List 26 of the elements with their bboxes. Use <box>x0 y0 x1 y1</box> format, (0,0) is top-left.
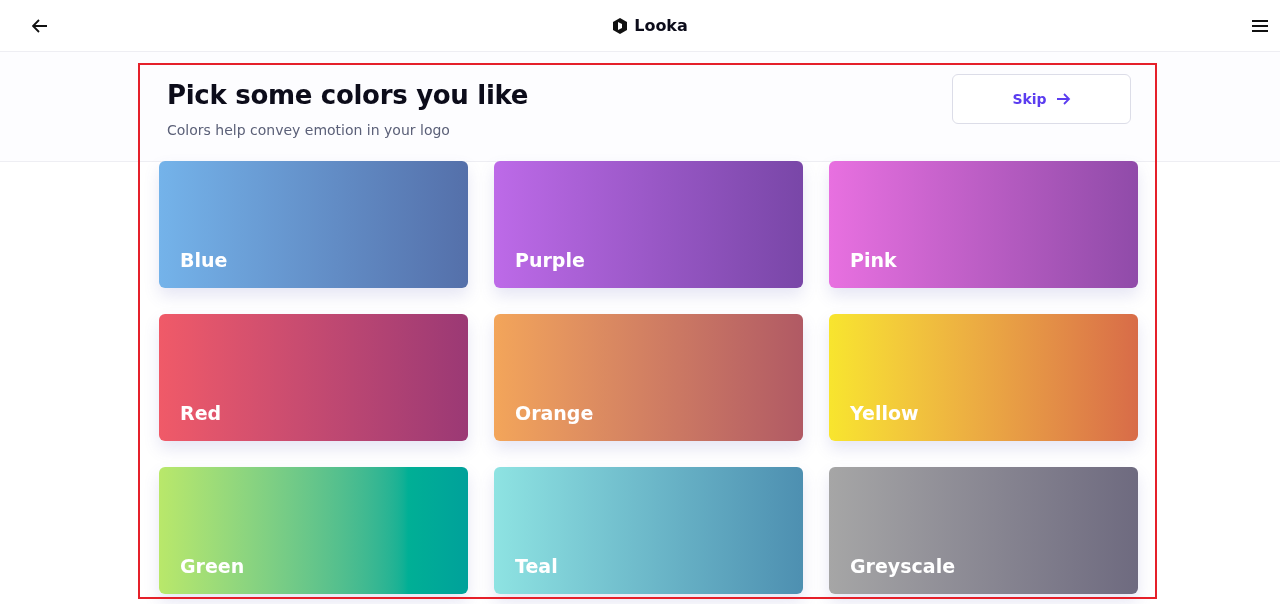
color-card[interactable]: Orange <box>494 314 803 441</box>
menu-icon[interactable] <box>1252 19 1268 32</box>
skip-button[interactable]: Skip <box>952 74 1131 124</box>
logo-icon <box>612 17 629 34</box>
color-card[interactable]: Pink <box>829 161 1138 288</box>
color-name: Pink <box>850 249 897 271</box>
color-name: Teal <box>515 555 558 577</box>
color-name: Green <box>180 555 245 577</box>
back-arrow-icon[interactable] <box>32 18 48 33</box>
page-subtitle: Colors help convey emotion in your logo <box>167 122 451 138</box>
color-name: Red <box>180 402 222 424</box>
color-card[interactable]: Yellow <box>829 314 1138 441</box>
color-card[interactable]: Purple <box>494 161 803 288</box>
color-name: Orange <box>515 402 594 424</box>
color-card[interactable]: Green <box>159 467 468 594</box>
color-card[interactable]: Blue <box>159 161 468 288</box>
color-name: Purple <box>515 249 585 271</box>
color-name: Greyscale <box>850 555 956 577</box>
arrow-right-icon <box>1056 93 1071 105</box>
page-title: Pick some colors you like <box>167 80 529 110</box>
color-card[interactable]: Greyscale <box>829 467 1138 594</box>
color-name: Yellow <box>850 402 919 424</box>
color-card[interactable]: Teal <box>494 467 803 594</box>
color-card[interactable]: Red <box>159 314 468 441</box>
color-name: Blue <box>180 249 228 271</box>
logo-text: Looka <box>634 16 688 35</box>
